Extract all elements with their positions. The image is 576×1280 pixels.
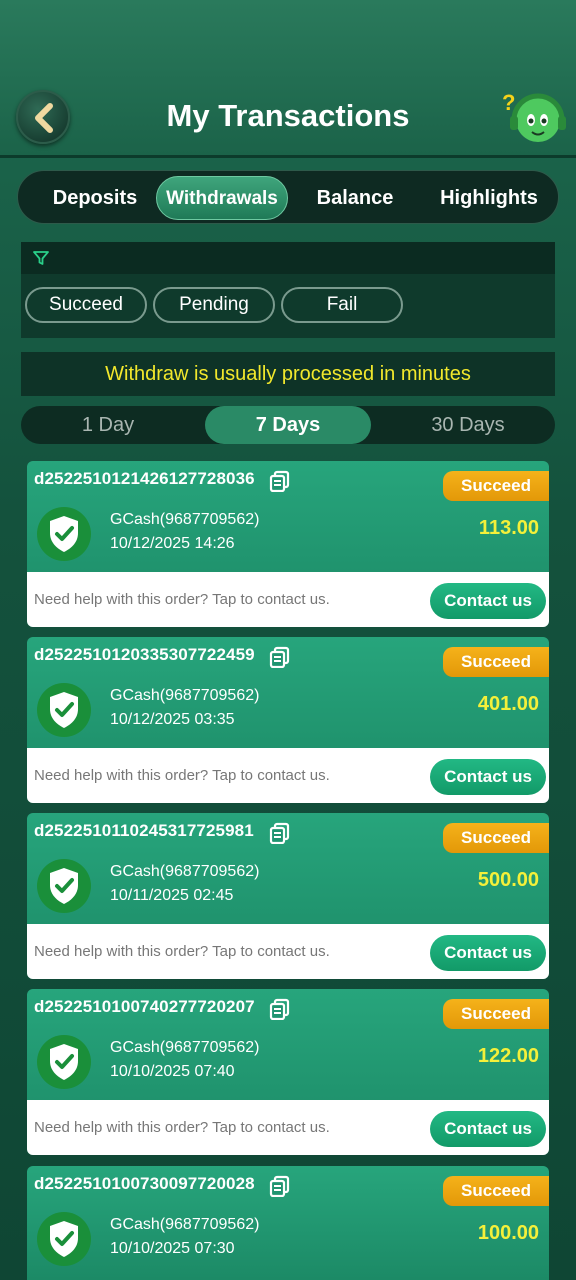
tab-highlights[interactable]: Highlights bbox=[426, 171, 552, 225]
filter-bar bbox=[21, 242, 555, 274]
date-range-selector: 1 Day 7 Days 30 Days bbox=[21, 406, 555, 444]
transaction-amount: 113.00 bbox=[478, 517, 539, 539]
range-7-days[interactable]: 7 Days bbox=[205, 406, 371, 444]
shield-check-icon bbox=[37, 1035, 91, 1089]
payment-method: GCash(9687709562) bbox=[110, 511, 260, 528]
copy-icon[interactable] bbox=[269, 470, 291, 492]
transaction-datetime: 10/12/2025 03:35 bbox=[110, 711, 235, 728]
transaction-datetime: 10/12/2025 14:26 bbox=[110, 535, 235, 552]
transaction-card: d2522510110245317725981 Succeed GCash(96… bbox=[27, 813, 549, 979]
support-mascot-icon[interactable]: ? bbox=[500, 88, 566, 150]
payment-method: GCash(9687709562) bbox=[110, 863, 260, 880]
shield-check-icon bbox=[37, 507, 91, 561]
help-text: Need help with this order? Tap to contac… bbox=[34, 767, 330, 784]
status-badge: Succeed bbox=[443, 647, 549, 677]
tab-balance[interactable]: Balance bbox=[294, 171, 416, 225]
page-title: My Transactions bbox=[166, 98, 410, 133]
help-bar: Need help with this order? Tap to contac… bbox=[27, 572, 549, 627]
transaction-datetime: 10/11/2025 02:45 bbox=[110, 887, 234, 904]
transaction-amount: 500.00 bbox=[477, 869, 539, 891]
transaction-datetime: 10/10/2025 07:40 bbox=[110, 1063, 235, 1080]
shield-check-icon bbox=[37, 683, 91, 737]
help-text: Need help with this order? Tap to contac… bbox=[34, 1119, 330, 1136]
shield-check-icon bbox=[37, 859, 91, 913]
help-text: Need help with this order? Tap to contac… bbox=[34, 591, 330, 608]
order-id: d2522510121426127728036 bbox=[34, 469, 255, 488]
transaction-card: d2522510100730097720028 Succeed GCash(96… bbox=[27, 1166, 549, 1280]
status-badge: Succeed bbox=[443, 999, 549, 1029]
help-bar: Need help with this order? Tap to contac… bbox=[27, 924, 549, 979]
tab-deposits[interactable]: Deposits bbox=[30, 171, 160, 225]
copy-icon[interactable] bbox=[269, 646, 291, 668]
status-filter: Succeed Pending Fail bbox=[21, 242, 555, 338]
contact-us-button[interactable]: Contact us bbox=[430, 935, 546, 971]
help-bar: Need help with this order? Tap to contac… bbox=[27, 1100, 549, 1155]
range-30-days[interactable]: 30 Days bbox=[385, 406, 551, 444]
transaction-amount: 100.00 bbox=[477, 1222, 539, 1244]
shield-check-icon bbox=[37, 1212, 91, 1266]
transaction-amount: 401.00 bbox=[477, 693, 539, 715]
filter-chip-fail[interactable]: Fail bbox=[281, 287, 403, 323]
filter-chip-succeed[interactable]: Succeed bbox=[25, 287, 147, 323]
order-id: d2522510100730097720028 bbox=[34, 1174, 255, 1193]
tab-withdrawals[interactable]: Withdrawals bbox=[156, 176, 288, 220]
processing-notice: Withdraw is usually processed in minutes bbox=[21, 352, 555, 396]
header-bar: My Transactions ? bbox=[0, 0, 576, 158]
payment-method: GCash(9687709562) bbox=[110, 1216, 260, 1233]
transaction-card: d2522510100740277720207 Succeed GCash(96… bbox=[27, 989, 549, 1155]
order-id: d2522510120335307722459 bbox=[34, 645, 255, 664]
transaction-amount: 122.00 bbox=[477, 1045, 539, 1067]
contact-us-button[interactable]: Contact us bbox=[430, 1111, 546, 1147]
transaction-datetime: 10/10/2025 07:30 bbox=[110, 1240, 235, 1257]
filter-chip-pending[interactable]: Pending bbox=[153, 287, 275, 323]
transaction-type-tabs: Deposits Withdrawals Balance Highlights bbox=[17, 170, 559, 224]
payment-method: GCash(9687709562) bbox=[110, 687, 260, 704]
transaction-card: d2522510120335307722459 Succeed GCash(96… bbox=[27, 637, 549, 803]
status-badge: Succeed bbox=[443, 1176, 549, 1206]
filter-icon[interactable] bbox=[33, 250, 49, 266]
copy-icon[interactable] bbox=[269, 998, 291, 1020]
range-1-day[interactable]: 1 Day bbox=[25, 406, 191, 444]
contact-us-button[interactable]: Contact us bbox=[430, 583, 546, 619]
status-badge: Succeed bbox=[443, 471, 549, 501]
help-bar: Need help with this order? Tap to contac… bbox=[27, 748, 549, 803]
contact-us-button[interactable]: Contact us bbox=[430, 759, 546, 795]
help-text: Need help with this order? Tap to contac… bbox=[34, 943, 330, 960]
payment-method: GCash(9687709562) bbox=[110, 1039, 260, 1056]
status-badge: Succeed bbox=[443, 823, 549, 853]
copy-icon[interactable] bbox=[269, 1175, 291, 1197]
copy-icon[interactable] bbox=[269, 822, 291, 844]
order-id: d2522510100740277720207 bbox=[34, 997, 255, 1016]
order-id: d2522510110245317725981 bbox=[34, 821, 254, 840]
transaction-card: d2522510121426127728036 Succeed GCash(96… bbox=[27, 461, 549, 627]
